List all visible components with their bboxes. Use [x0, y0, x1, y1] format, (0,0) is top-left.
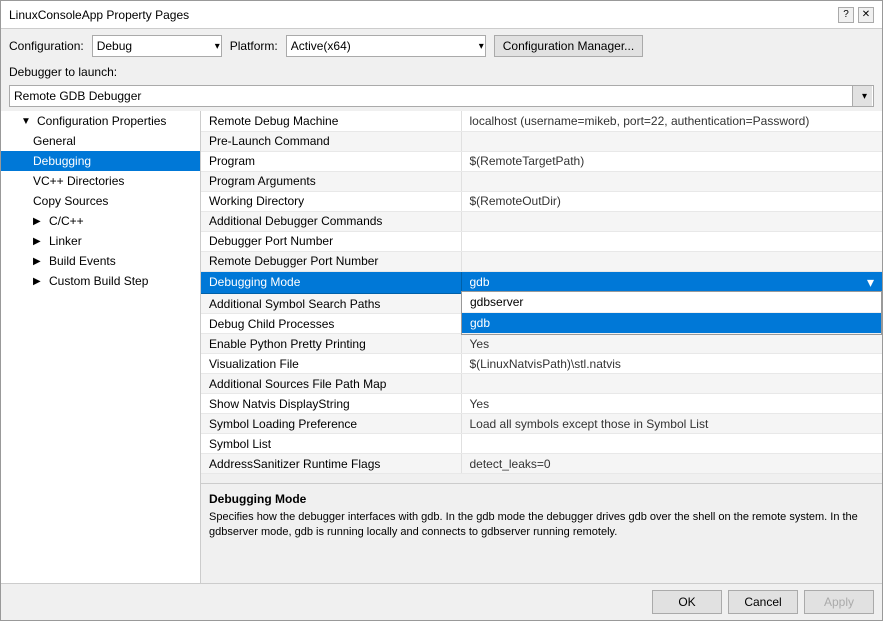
- help-button[interactable]: ?: [838, 7, 854, 23]
- sidebar-item-custom-build-step[interactable]: ▶ Custom Build Step: [1, 271, 200, 291]
- prop-name-cell: Additional Debugger Commands: [201, 211, 461, 231]
- prop-dropdown-arrow-icon: ▾: [867, 274, 874, 291]
- close-button[interactable]: ✕: [858, 7, 874, 23]
- prop-value-cell: [461, 131, 882, 151]
- ok-button[interactable]: OK: [652, 590, 722, 614]
- window-title: LinuxConsoleApp Property Pages: [9, 8, 189, 22]
- sidebar: ▼ Configuration Properties General Debug…: [1, 111, 201, 583]
- prop-name-cell: Pre-Launch Command: [201, 131, 461, 151]
- prop-value-cell: [461, 434, 882, 454]
- prop-name-cell: Show Natvis DisplayString: [201, 394, 461, 414]
- prop-name-cell: Additional Symbol Search Paths: [201, 294, 461, 314]
- prop-name-cell: Debug Child Processes: [201, 314, 461, 334]
- platform-select[interactable]: Active(x64): [286, 35, 486, 57]
- expand-arrow-icon: ▼: [21, 116, 33, 127]
- prop-value-cell: localhost (username=mikeb, port=22, auth…: [461, 111, 882, 131]
- prop-name-cell: Additional Sources File Path Map: [201, 374, 461, 394]
- footer-buttons: OK Cancel Apply: [1, 583, 882, 620]
- apply-button[interactable]: Apply: [804, 590, 874, 614]
- prop-name-cell: Remote Debugger Port Number: [201, 251, 461, 271]
- debugger-row: Debugger to launch:: [1, 63, 882, 83]
- sidebar-item-copy-sources[interactable]: Copy Sources: [1, 191, 200, 211]
- prop-name-cell: Program Arguments: [201, 171, 461, 191]
- table-row[interactable]: Enable Python Pretty PrintingYes: [201, 334, 882, 354]
- debugger-label: Debugger to launch:: [9, 65, 117, 79]
- prop-value-cell: [461, 171, 882, 191]
- table-row[interactable]: Debugger Port Number: [201, 231, 882, 251]
- dropdown-item-gdbserver[interactable]: gdbserver: [462, 292, 881, 313]
- table-row[interactable]: Working Directory$(RemoteOutDir): [201, 191, 882, 211]
- table-row[interactable]: Program Arguments: [201, 171, 882, 191]
- sidebar-item-config-props[interactable]: ▼ Configuration Properties: [1, 111, 200, 131]
- sidebar-item-general[interactable]: General: [1, 131, 200, 151]
- linker-expand-icon: ▶: [33, 236, 45, 247]
- prop-name-cell: Debugging Mode: [201, 271, 461, 294]
- prop-value-cell: $(LinuxNatvisPath)\stl.natvis: [461, 354, 882, 374]
- title-bar: LinuxConsoleApp Property Pages ? ✕: [1, 1, 882, 29]
- prop-value-cell: $(RemoteOutDir): [461, 191, 882, 211]
- sidebar-item-cpp[interactable]: ▶ C/C++: [1, 211, 200, 231]
- debugger-select-row: Remote GDB Debugger ▾: [1, 83, 882, 111]
- prop-value-cell: [461, 231, 882, 251]
- config-manager-button[interactable]: Configuration Manager...: [494, 35, 643, 57]
- platform-label: Platform:: [230, 39, 278, 53]
- description-text: Specifies how the debugger interfaces wi…: [209, 510, 874, 541]
- properties-scroll-area[interactable]: Remote Debug Machinelocalhost (username=…: [201, 111, 882, 483]
- table-row[interactable]: Program$(RemoteTargetPath): [201, 151, 882, 171]
- prop-name-cell: Symbol Loading Preference: [201, 414, 461, 434]
- table-row[interactable]: Remote Debug Machinelocalhost (username=…: [201, 111, 882, 131]
- table-row[interactable]: Symbol List: [201, 434, 882, 454]
- prop-value-cell: detect_leaks=0: [461, 454, 882, 474]
- platform-select-wrapper: Active(x64) ▾: [286, 35, 486, 57]
- prop-value-cell: $(RemoteTargetPath): [461, 151, 882, 171]
- dropdown-item-gdb[interactable]: gdb: [462, 313, 881, 334]
- prop-name-cell: Visualization File: [201, 354, 461, 374]
- table-row[interactable]: Remote Debugger Port Number: [201, 251, 882, 271]
- properties-panel: Remote Debug Machinelocalhost (username=…: [201, 111, 882, 583]
- config-row: Configuration: Debug ▾ Platform: Active(…: [1, 29, 882, 63]
- main-window: LinuxConsoleApp Property Pages ? ✕ Confi…: [0, 0, 883, 621]
- debugger-select-wrapper: Remote GDB Debugger ▾: [9, 85, 874, 107]
- table-row[interactable]: Symbol Loading PreferenceLoad all symbol…: [201, 414, 882, 434]
- table-row[interactable]: AddressSanitizer Runtime Flagsdetect_lea…: [201, 454, 882, 474]
- description-title: Debugging Mode: [209, 492, 874, 506]
- prop-name-cell: Working Directory: [201, 191, 461, 211]
- prop-value-cell: [461, 251, 882, 271]
- configuration-label: Configuration:: [9, 39, 84, 53]
- prop-value-cell: Yes: [461, 334, 882, 354]
- table-row[interactable]: Pre-Launch Command: [201, 131, 882, 151]
- description-panel: Debugging Mode Specifies how the debugge…: [201, 483, 882, 563]
- prop-name-cell: Program: [201, 151, 461, 171]
- prop-value-cell: Load all symbols except those in Symbol …: [461, 414, 882, 434]
- main-content: ▼ Configuration Properties General Debug…: [1, 111, 882, 583]
- table-row[interactable]: Show Natvis DisplayStringYes: [201, 394, 882, 414]
- prop-name-cell: Debugger Port Number: [201, 231, 461, 251]
- table-row[interactable]: Additional Debugger Commands: [201, 211, 882, 231]
- debugging-mode-dropdown[interactable]: gdbserver gdb: [461, 291, 882, 335]
- custom-build-expand-icon: ▶: [33, 276, 45, 287]
- sidebar-item-debugging[interactable]: Debugging: [1, 151, 200, 171]
- prop-value-cell: [461, 211, 882, 231]
- build-events-expand-icon: ▶: [33, 256, 45, 267]
- prop-value-cell: [461, 374, 882, 394]
- sidebar-item-linker[interactable]: ▶ Linker: [1, 231, 200, 251]
- sidebar-item-vc-dirs[interactable]: VC++ Directories: [1, 171, 200, 191]
- sidebar-item-build-events[interactable]: ▶ Build Events: [1, 251, 200, 271]
- configuration-select[interactable]: Debug: [92, 35, 222, 57]
- table-row[interactable]: Additional Sources File Path Map: [201, 374, 882, 394]
- cpp-expand-icon: ▶: [33, 216, 45, 227]
- prop-name-cell: Enable Python Pretty Printing: [201, 334, 461, 354]
- prop-value-cell: Yes: [461, 394, 882, 414]
- prop-name-cell: Remote Debug Machine: [201, 111, 461, 131]
- title-bar-buttons: ? ✕: [838, 7, 874, 23]
- table-row[interactable]: Visualization File$(LinuxNatvisPath)\stl…: [201, 354, 882, 374]
- prop-name-cell: AddressSanitizer Runtime Flags: [201, 454, 461, 474]
- configuration-select-wrapper: Debug ▾: [92, 35, 222, 57]
- debugger-select[interactable]: Remote GDB Debugger: [9, 85, 874, 107]
- cancel-button[interactable]: Cancel: [728, 590, 798, 614]
- prop-name-cell: Symbol List: [201, 434, 461, 454]
